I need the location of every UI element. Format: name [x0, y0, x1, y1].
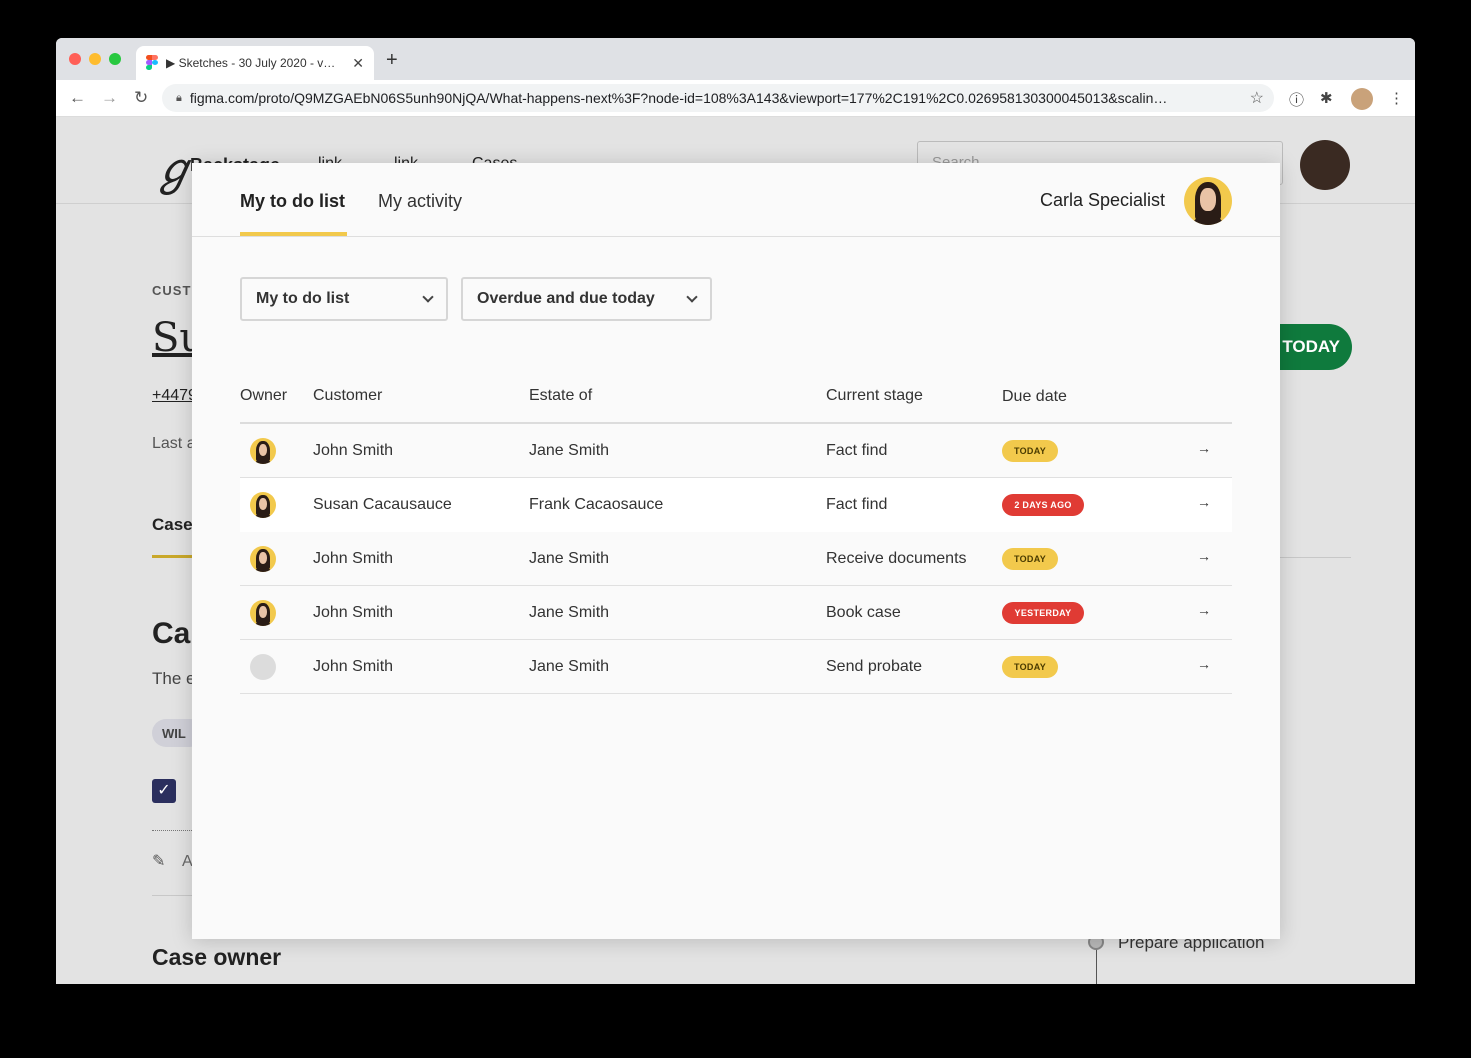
avatar[interactable] [1184, 177, 1232, 225]
owner-avatar [250, 438, 276, 464]
owner-avatar-empty [250, 654, 276, 680]
row-divider [240, 693, 1232, 694]
chevron-down-icon [686, 291, 698, 303]
estate-cell: Frank Cacaosauce [529, 496, 664, 513]
checkbox-checked[interactable]: ✓ [152, 779, 176, 803]
estate-cell: Jane Smith [529, 658, 610, 675]
address-bar[interactable]: 🔒︎ figma.com/proto/Q9MZGAEbN06S5unh90NjQ… [162, 84, 1274, 112]
due-date-badge: TODAY [1002, 548, 1058, 570]
close-tab-icon[interactable]: ✕ [352, 55, 364, 72]
table-row[interactable]: Susan Cacausauce Frank Cacaosauce Fact fin… [240, 478, 1232, 532]
table-row[interactable]: John Smith Jane Smith Fact find TODAY → [240, 424, 1232, 478]
list-select[interactable]: My to do list [240, 277, 448, 321]
due-date-badge: YESTERDAY [1002, 602, 1084, 624]
figma-icon [146, 55, 158, 71]
arrow-right-icon[interactable]: → [1197, 440, 1211, 456]
section-label: CUST [152, 283, 192, 298]
tab-underline [152, 555, 192, 558]
chevron-down-icon [422, 291, 434, 303]
customer-cell: John Smith [313, 604, 394, 621]
case-owner-heading: Case owner [152, 944, 282, 970]
section-body: The e [152, 669, 196, 688]
stage-cell: Fact find [826, 442, 888, 459]
active-tab-indicator [240, 232, 347, 236]
dotted-divider [152, 830, 192, 831]
column-header-owner: Owner [240, 387, 288, 404]
owner-avatar [250, 600, 276, 626]
modal-header: My to do list My activity Carla Speciali… [192, 163, 1280, 237]
close-window-button[interactable] [69, 53, 81, 65]
stage-cell: Book case [826, 604, 901, 621]
maximize-window-button[interactable] [109, 53, 121, 65]
last-activity: Last a [152, 435, 196, 452]
column-header-customer: Customer [313, 387, 383, 404]
arrow-right-icon[interactable]: → [1197, 602, 1211, 618]
minimize-window-button[interactable] [89, 53, 101, 65]
new-tab-button[interactable]: + [386, 49, 398, 72]
customer-cell: John Smith [313, 658, 394, 675]
extensions-icon[interactable]: ✱ [1320, 89, 1333, 107]
due-filter-value: Overdue and due today [477, 290, 655, 307]
info-icon[interactable]: ⓘ [1289, 89, 1304, 110]
arrow-right-icon[interactable]: → [1197, 548, 1211, 564]
section-heading: Ca [152, 617, 191, 650]
list-select-value: My to do list [256, 290, 350, 307]
tab-title: ▶ Sketches - 30 July 2020 - v… [166, 56, 336, 70]
forward-icon[interactable]: → [101, 88, 118, 108]
phone-link[interactable]: +4479 [152, 387, 197, 405]
due-date-badge: 2 DAYS AGO [1002, 494, 1084, 516]
column-header-estate: Estate of [529, 387, 593, 404]
menu-dots-icon[interactable]: ⋮ [1389, 89, 1404, 107]
tab-my-to-do-list[interactable]: My to do list [240, 191, 345, 212]
todo-modal: My to do list My activity Carla Speciali… [192, 163, 1280, 939]
profile-avatar[interactable] [1351, 88, 1373, 110]
divider [152, 895, 192, 896]
tab-my-activity[interactable]: My activity [378, 191, 462, 212]
reload-icon[interactable]: ↻ [134, 88, 148, 108]
arrow-right-icon[interactable]: → [1197, 494, 1211, 510]
case-tab[interactable]: Case [152, 515, 193, 535]
arrow-right-icon[interactable]: → [1197, 656, 1211, 672]
customer-cell: John Smith [313, 550, 394, 567]
bookmark-star-icon[interactable]: ☆ [1250, 88, 1264, 108]
table-row[interactable]: John Smith Jane Smith Receive documents TOD… [240, 532, 1232, 586]
column-header-stage: Current stage [826, 387, 923, 404]
estate-cell: Jane Smith [529, 442, 610, 459]
owner-avatar [250, 546, 276, 572]
due-date-badge: TODAY [1002, 656, 1058, 678]
due-filter-select[interactable]: Overdue and due today [461, 277, 712, 321]
pencil-icon[interactable]: ✎ [152, 851, 165, 871]
due-date-badge: TODAY [1002, 440, 1058, 462]
customer-cell: Susan Cacausauce [313, 496, 452, 513]
tab-bar: ▶ Sketches - 30 July 2020 - v… ✕ + [56, 38, 1415, 80]
avatar[interactable] [1300, 140, 1350, 190]
back-icon[interactable]: ← [69, 88, 86, 108]
url-text: figma.com/proto/Q9MZGAEbN06S5unh90NjQA/W… [189, 90, 1168, 106]
stage-cell: Fact find [826, 496, 888, 513]
lock-icon: 🔒︎ [176, 91, 182, 104]
user-name: Carla Specialist [1040, 190, 1166, 210]
stage-cell: Receive documents [826, 550, 967, 567]
customer-cell: John Smith [313, 442, 394, 459]
estate-cell: Jane Smith [529, 550, 610, 567]
stage-cell: Send probate [826, 658, 923, 675]
table-row[interactable]: John Smith Jane Smith Send probate TODAY → [240, 640, 1232, 694]
column-header-due-date: Due date [1002, 388, 1067, 405]
estate-cell: Jane Smith [529, 604, 610, 621]
browser-tab[interactable]: ▶ Sketches - 30 July 2020 - v… ✕ [136, 46, 374, 80]
owner-avatar [250, 492, 276, 518]
table-row[interactable]: John Smith Jane Smith Book case YESTERDAY → [240, 586, 1232, 640]
browser-toolbar: ← → ↻ 🔒︎ figma.com/proto/Q9MZGAEbN06S5un… [56, 80, 1415, 117]
